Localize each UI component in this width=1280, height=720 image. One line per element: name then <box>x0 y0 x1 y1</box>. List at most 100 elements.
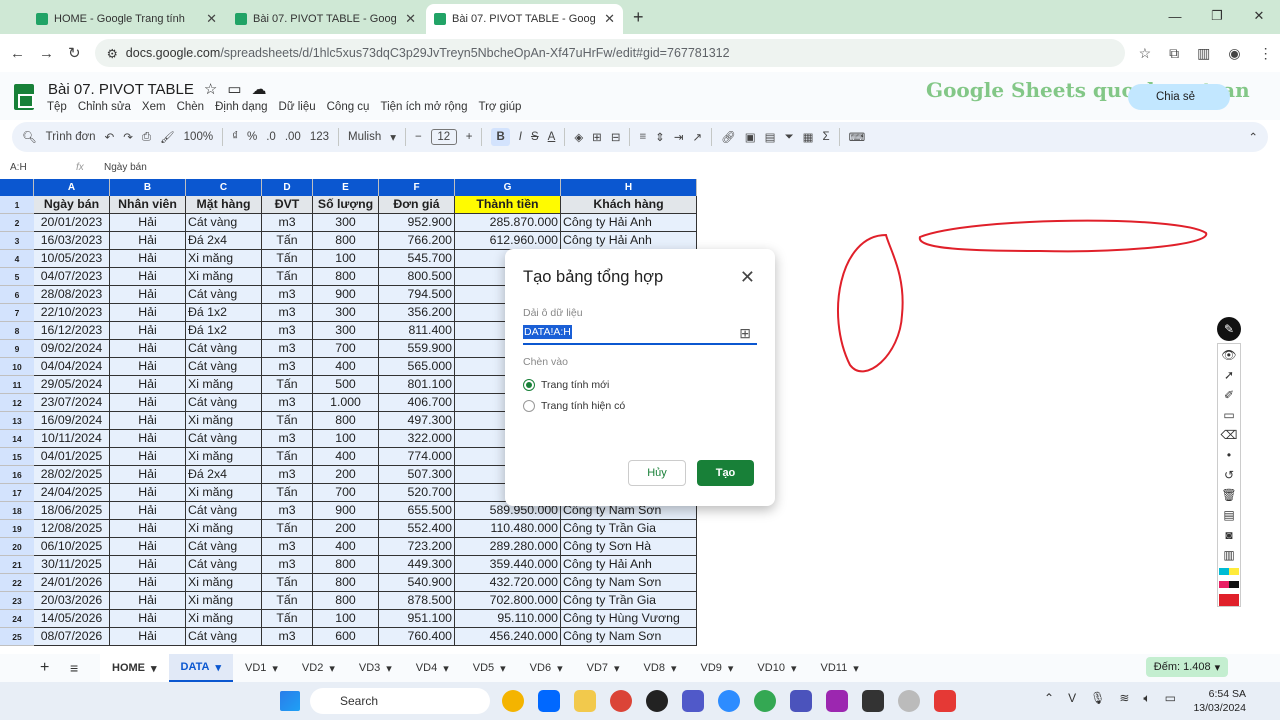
chrome-icon[interactable] <box>502 690 524 712</box>
table-cell[interactable]: Tấn <box>262 232 313 250</box>
pen-tool-icon[interactable]: ✎ <box>1217 317 1241 341</box>
table-cell[interactable]: Xi măng <box>186 376 262 394</box>
table-cell[interactable]: Công ty Hải Anh <box>561 556 697 574</box>
table-cell[interactable]: Cát vàng <box>186 556 262 574</box>
table-cell[interactable]: Tấn <box>262 520 313 538</box>
row-header[interactable]: 19 <box>0 520 34 538</box>
color-swatch-red[interactable] <box>1219 594 1239 606</box>
table-cell[interactable]: 497.300 <box>379 412 455 430</box>
table-cell[interactable]: 878.500 <box>379 592 455 610</box>
table-cell[interactable]: 900 <box>313 502 379 520</box>
table-cell[interactable]: 552.400 <box>379 520 455 538</box>
chevron-down-icon[interactable]: ▾ <box>557 662 563 675</box>
name-box[interactable]: A:H <box>0 162 76 173</box>
count-badge[interactable]: Đếm: 1.408 ▾ <box>1146 657 1228 677</box>
sheet-tab-vd4[interactable]: VD4 ▾ <box>404 654 461 682</box>
rectangle-icon[interactable]: ▭ <box>1223 408 1234 422</box>
star-doc-icon[interactable]: ☆ <box>204 80 217 98</box>
table-cell[interactable]: 500 <box>313 376 379 394</box>
table-cell[interactable]: Hải <box>110 466 186 484</box>
row-header[interactable]: 14 <box>0 430 34 448</box>
table-cell[interactable]: Đá 2x4 <box>186 232 262 250</box>
functions-icon[interactable]: Σ <box>823 131 830 143</box>
row-header[interactable]: 9 <box>0 340 34 358</box>
table-cell[interactable]: Hải <box>110 448 186 466</box>
chevron-down-icon[interactable]: ▾ <box>151 662 157 675</box>
align-horizontal-icon[interactable]: ≡ <box>639 131 646 143</box>
table-cell[interactable]: 100 <box>313 250 379 268</box>
table-cell[interactable]: 04/04/2024 <box>34 358 110 376</box>
table-cell[interactable]: 20/03/2026 <box>34 592 110 610</box>
font-select[interactable]: Mulish <box>348 131 381 143</box>
table-cell[interactable]: 400 <box>313 448 379 466</box>
bird-app-icon[interactable] <box>934 690 956 712</box>
table-cell[interactable]: 16/09/2024 <box>34 412 110 430</box>
row-header[interactable]: 21 <box>0 556 34 574</box>
table-cell[interactable]: 16/12/2023 <box>34 322 110 340</box>
table-cell[interactable]: Cát vàng <box>186 394 262 412</box>
paint-format-icon[interactable]: 🖌︎ <box>160 130 175 144</box>
table-cell[interactable]: 285.870.000 <box>455 214 561 232</box>
table-cell[interactable]: 800 <box>313 592 379 610</box>
table-cell[interactable]: m3 <box>262 556 313 574</box>
table-cell[interactable]: 700 <box>313 340 379 358</box>
chevron-down-icon[interactable]: ▾ <box>671 662 677 675</box>
reload-icon[interactable]: ↻ <box>68 44 81 62</box>
strikethrough-button[interactable]: S <box>531 131 539 143</box>
v-icon[interactable]: V <box>1068 691 1076 706</box>
sheet-tab-vd2[interactable]: VD2 ▾ <box>290 654 347 682</box>
close-window-icon[interactable]: ✕ <box>1238 0 1280 32</box>
decrease-decimal-button[interactable]: .0 <box>266 131 276 143</box>
table-cell[interactable]: 1.000 <box>313 394 379 412</box>
table-cell[interactable]: 900 <box>313 286 379 304</box>
radio-existing-sheet[interactable]: Trang tính hiện có <box>523 400 625 412</box>
radio-unchecked-icon[interactable] <box>523 400 535 412</box>
table-cell[interactable]: Tấn <box>262 574 313 592</box>
text-rotate-icon[interactable]: ↗ <box>692 130 702 144</box>
table-cell[interactable]: m3 <box>262 286 313 304</box>
table-cell[interactable]: Hải <box>110 340 186 358</box>
site-info-icon[interactable]: ⚙ <box>107 46 118 61</box>
header-cell[interactable]: ĐVT <box>262 196 313 214</box>
table-cell[interactable]: 14/05/2026 <box>34 610 110 628</box>
row-header[interactable]: 20 <box>0 538 34 556</box>
chevron-down-icon[interactable]: ▾ <box>791 662 797 675</box>
table-cell[interactable]: 600 <box>313 628 379 646</box>
table-cell[interactable]: m3 <box>262 358 313 376</box>
row-header[interactable]: 18 <box>0 502 34 520</box>
speaker-icon[interactable]: 🔈︎ <box>1143 691 1150 706</box>
table-cell[interactable]: Tấn <box>262 268 313 286</box>
table-cell[interactable]: Cát vàng <box>186 538 262 556</box>
more-icon[interactable]: ⋮ <box>1259 45 1273 62</box>
row-header[interactable]: 25 <box>0 628 34 646</box>
zoom-select[interactable]: 100% <box>184 131 213 143</box>
camera-icon[interactable]: ◙ <box>1225 528 1232 542</box>
sheet-tab-vd3[interactable]: VD3 ▾ <box>347 654 404 682</box>
recorder-icon[interactable] <box>898 690 920 712</box>
table-cell[interactable]: 760.400 <box>379 628 455 646</box>
row-header[interactable]: 22 <box>0 574 34 592</box>
chevron-down-icon[interactable]: ▾ <box>853 662 859 675</box>
formula-input[interactable]: Ngày bán <box>104 162 147 173</box>
table-cell[interactable]: m3 <box>262 304 313 322</box>
table-cell[interactable]: 800 <box>313 556 379 574</box>
filter-icon[interactable]: ⏷ <box>784 131 793 144</box>
profile-icon[interactable]: ◉ <box>1228 45 1240 62</box>
url-input[interactable]: ⚙ docs.google.com/spreadsheets/d/1hlc5xu… <box>94 39 1125 67</box>
menu-data[interactable]: Dữ liệu <box>279 101 316 113</box>
table-cell[interactable]: Hải <box>110 232 186 250</box>
row-header[interactable]: 23 <box>0 592 34 610</box>
extensions-icon[interactable]: ⧉ <box>1169 45 1179 62</box>
table-cell[interactable]: 200 <box>313 466 379 484</box>
table-cell[interactable]: 612.960.000 <box>455 232 561 250</box>
table-cell[interactable]: m3 <box>262 502 313 520</box>
collapse-toolbar-icon[interactable]: ⌃ <box>1248 130 1258 144</box>
close-icon[interactable]: ✕ <box>604 11 615 27</box>
table-cell[interactable]: 800 <box>313 232 379 250</box>
chevron-down-icon[interactable]: ▾ <box>500 662 506 675</box>
table-cell[interactable]: 400 <box>313 538 379 556</box>
table-cell[interactable]: 30/11/2025 <box>34 556 110 574</box>
table-cell[interactable]: m3 <box>262 538 313 556</box>
snipping-icon[interactable] <box>826 690 848 712</box>
bold-button[interactable]: B <box>491 128 510 146</box>
